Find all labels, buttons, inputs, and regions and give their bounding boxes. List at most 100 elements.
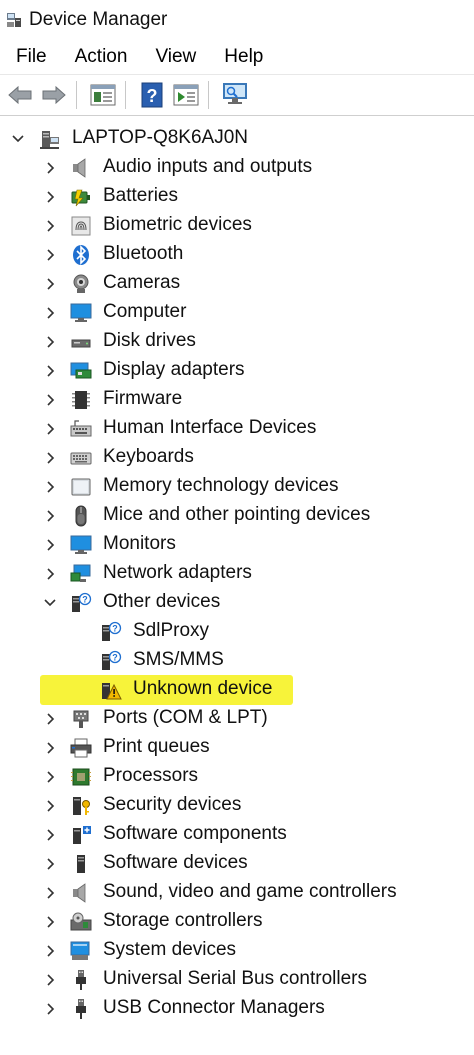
chevron-right-icon[interactable] [44,481,56,493]
chevron-right-icon[interactable] [44,394,56,406]
chevron-down-icon[interactable] [12,133,24,145]
chevron-right-icon[interactable] [44,191,56,203]
chevron-right-icon[interactable] [44,800,56,812]
category-human-interface-devices[interactable]: Human Interface Devices [0,414,474,443]
scan-hardware-button[interactable] [221,81,249,109]
device-sms-mms[interactable]: ? SMS/MMS [0,646,474,675]
category-print-queues[interactable]: Print queues [0,733,474,762]
category-display-adapters[interactable]: Display adapters [0,356,474,385]
hid-icon [70,420,92,437]
usb-icon [76,999,86,1019]
category-disk-drives[interactable]: Disk drives [0,327,474,356]
category-batteries[interactable]: Batteries [0,182,474,211]
category-label: Bluetooth [103,243,184,264]
chevron-right-icon[interactable] [44,249,56,261]
processor-icon [71,768,91,786]
chevron-down-icon[interactable] [44,597,56,609]
chevron-right-icon[interactable] [44,945,56,957]
printer-icon [70,738,92,758]
device-sdlproxy[interactable]: ? SdlProxy [0,617,474,646]
category-keyboards[interactable]: Keyboards [0,443,474,472]
chevron-right-icon[interactable] [44,974,56,986]
chevron-right-icon[interactable] [44,1003,56,1015]
category-security-devices[interactable]: Security devices [0,791,474,820]
category-storage-controllers[interactable]: Storage controllers [0,907,474,936]
category-label: Ports (COM & LPT) [103,707,268,728]
category-system-devices[interactable]: System devices [0,936,474,965]
category-biometric-devices[interactable]: Biometric devices [0,211,474,240]
category-computer[interactable]: Computer [0,298,474,327]
window-title: Device Manager [29,9,168,30]
menu-view[interactable]: View [139,46,208,68]
chevron-right-icon[interactable] [44,539,56,551]
update-driver-button[interactable] [172,81,200,109]
category-firmware[interactable]: Firmware [0,385,474,414]
properties-button[interactable] [89,81,117,109]
computer-icon [70,303,92,322]
category-memory-technology-devices[interactable]: Memory technology devices [0,472,474,501]
chevron-right-icon[interactable] [44,742,56,754]
device-unknown-device[interactable]: Unknown device [0,675,474,705]
menu-help[interactable]: Help [208,46,275,68]
chevron-right-icon[interactable] [44,423,56,435]
chevron-right-icon[interactable] [44,307,56,319]
category-universal-serial-bus-controllers[interactable]: Universal Serial Bus controllers [0,965,474,994]
chevron-right-icon[interactable] [44,452,56,464]
disk-drive-icon [71,339,91,348]
chevron-right-icon[interactable] [44,829,56,841]
category-label: Other devices [103,591,221,612]
forward-button[interactable] [40,81,68,109]
chevron-right-icon[interactable] [44,713,56,725]
category-label: Firmware [103,388,183,409]
category-software-devices[interactable]: Software devices [0,849,474,878]
chevron-right-icon[interactable] [44,916,56,928]
category-label: Network adapters [103,562,252,583]
category-software-components[interactable]: Software components [0,820,474,849]
category-usb-connector-managers[interactable]: USB Connector Managers [0,994,474,1023]
category-label: USB Connector Managers [103,997,325,1018]
category-sound-video-and-game-controllers[interactable]: Sound, video and game controllers [0,878,474,907]
category-processors[interactable]: Processors [0,762,474,791]
category-label: Storage controllers [103,910,263,931]
unknown-device-icon: ? [72,592,92,612]
chevron-right-icon[interactable] [44,162,56,174]
bluetooth-icon [73,245,89,265]
chevron-right-icon[interactable] [44,278,56,290]
category-label: Sound, video and game controllers [103,881,397,902]
tree-root[interactable]: LAPTOP-Q8K6AJ0N [0,124,474,153]
security-device-icon [73,797,90,815]
help-icon: ? [141,82,163,108]
unknown-device-icon: ? [102,621,122,641]
speaker-icon [73,158,86,178]
toolbar-separator [76,81,77,109]
category-cameras[interactable]: Cameras [0,269,474,298]
computer-name-label: LAPTOP-Q8K6AJ0N [72,127,249,148]
chevron-right-icon[interactable] [44,858,56,870]
category-network-adapters[interactable]: Network adapters [0,559,474,588]
chevron-right-icon[interactable] [44,510,56,522]
category-monitors[interactable]: Monitors [0,530,474,559]
chevron-right-icon[interactable] [44,568,56,580]
category-ports-com-lpt[interactable]: Ports (COM & LPT) [0,704,474,733]
category-other-devices[interactable]: ? Other devices [0,588,474,617]
fingerprint-icon [71,216,91,236]
help-button[interactable]: ? [138,81,166,109]
chevron-right-icon[interactable] [44,220,56,232]
category-mice-and-other-pointing-devices[interactable]: Mice and other pointing devices [0,501,474,530]
chevron-right-icon[interactable] [44,336,56,348]
storage-controller-icon [70,912,92,931]
back-icon [8,85,32,105]
properties-icon [90,84,116,106]
menu-bar: File Action View Help [0,40,474,75]
chevron-right-icon[interactable] [44,365,56,377]
chevron-right-icon[interactable] [44,887,56,899]
firmware-icon [72,391,90,409]
back-button[interactable] [6,81,34,109]
category-label: Audio inputs and outputs [103,156,313,177]
category-bluetooth[interactable]: Bluetooth [0,240,474,269]
category-audio-inputs-and-outputs[interactable]: Audio inputs and outputs [0,153,474,182]
chevron-right-icon[interactable] [44,771,56,783]
menu-action[interactable]: Action [59,46,140,68]
menu-file[interactable]: File [0,46,59,68]
unknown-device-icon: ? [102,650,122,670]
